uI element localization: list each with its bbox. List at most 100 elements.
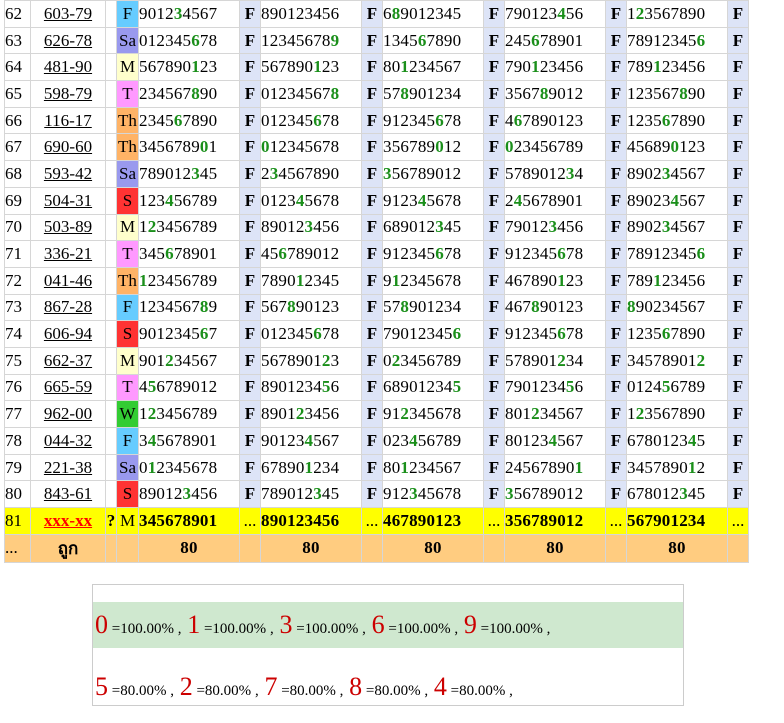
result-mark: F	[239, 320, 261, 348]
number-set: 890234567	[626, 213, 728, 242]
result-mark: F	[483, 26, 505, 55]
row-number: 65	[4, 80, 31, 108]
draw-code-link[interactable]: 606-94	[44, 324, 92, 343]
draw-code-link[interactable]: 593-42	[44, 164, 92, 183]
number-set: 345678901	[138, 240, 240, 268]
row-number: 67	[4, 133, 31, 162]
number-set: 456789012	[260, 240, 362, 268]
number-set: 467890123	[504, 266, 606, 295]
spacer-cell	[105, 240, 117, 268]
spacer-cell	[105, 453, 117, 482]
table-row: 75 662-37 M 901234567 F 567890123 F 023456789 F 5…	[4, 346, 749, 375]
number-set: 801234567	[504, 427, 606, 455]
result-mark: F	[727, 373, 749, 402]
result-mark: F	[361, 186, 383, 215]
draw-code-link[interactable]: 044-32	[44, 431, 92, 450]
draw-code-cell: 116-17	[30, 106, 106, 135]
number-set: 023456789	[382, 427, 484, 455]
result-mark: F	[483, 346, 505, 375]
spacer-cell	[105, 293, 117, 322]
draw-code-link[interactable]: 041-46	[44, 271, 92, 290]
number-set: 912345678	[382, 266, 484, 295]
day-badge: S	[116, 320, 139, 348]
number-set: 456789012	[138, 373, 240, 402]
result-mark: F	[239, 213, 261, 242]
draw-code-link[interactable]: 867-28	[44, 297, 92, 316]
results-table: 62 603-79 F 901234567 F 890123456 F 689012345 F 7…	[4, 0, 749, 563]
summary-percent: =80.00%	[365, 683, 421, 699]
number-set: 789012345	[138, 160, 240, 188]
number-set: 012345678	[138, 26, 240, 55]
spacer-cell	[105, 480, 117, 509]
row-number: 81	[4, 507, 31, 535]
draw-code-link[interactable]: 665-59	[44, 377, 92, 396]
result-mark: F	[483, 80, 505, 108]
table-row: 64 481-90 M 567890123 F 567890123 F 801234567 F 7…	[4, 53, 749, 82]
result-mark: F	[727, 133, 749, 162]
draw-code-cell: 598-79	[30, 80, 106, 108]
row-number: 69	[4, 186, 31, 215]
summary-percent: =80.00%	[196, 683, 252, 699]
summary-percent: =100.00%	[296, 621, 359, 637]
number-set: 689012345	[382, 213, 484, 242]
number-set: 678012345	[626, 427, 728, 455]
result-mark: F	[239, 240, 261, 268]
number-set: 123456789	[138, 213, 240, 242]
draw-code-link[interactable]: 690-60	[44, 137, 92, 156]
summary-digit: 0	[95, 610, 108, 639]
number-set: 123456789	[138, 293, 240, 322]
draw-code-link[interactable]: 626-78	[44, 31, 92, 50]
draw-code-link[interactable]: 116-17	[44, 111, 92, 130]
table-row: 66 116-17 Th 234567890 F 012345678 F 912345678 F…	[4, 106, 749, 135]
draw-code-cell: 593-42	[30, 160, 106, 188]
result-mark: F	[483, 400, 505, 428]
draw-code-cell: 336-21	[30, 240, 106, 268]
ellipsis-cell: ...	[239, 507, 261, 535]
predicted-number-set: 890123456	[260, 507, 362, 535]
number-set: 023456789	[382, 346, 484, 375]
draw-code-link[interactable]: 962-00	[44, 404, 92, 423]
draw-code-link[interactable]: 503-89	[44, 217, 92, 236]
draw-code-link[interactable]: xxx-xx	[44, 511, 92, 530]
number-set: 245678901	[504, 453, 606, 482]
number-set: 356789012	[382, 160, 484, 188]
row-number: 66	[4, 106, 31, 135]
table-row: 67 690-60 Th 345678901 F 012345678 F 356789012 F…	[4, 133, 749, 162]
draw-code-link[interactable]: 504-31	[44, 191, 92, 210]
ellipsis-cell: ...	[361, 507, 383, 535]
digit-summary-box: 0 =100.00% , 1 =100.00% , 3 =100.00% , 6…	[92, 584, 684, 706]
result-mark: F	[361, 320, 383, 348]
draw-code-link[interactable]: 221-38	[44, 458, 92, 477]
number-set: 012345678	[260, 133, 362, 162]
draw-code-link[interactable]: 603-79	[44, 4, 92, 23]
draw-code-link[interactable]: 843-61	[44, 484, 92, 503]
row-number: 62	[4, 0, 31, 28]
result-mark: F	[239, 373, 261, 402]
draw-code-link[interactable]: 598-79	[44, 84, 92, 103]
table-footer-row: ... ถูก 80 80 80 80 80	[4, 533, 749, 563]
result-mark: F	[483, 320, 505, 348]
draw-code-link[interactable]: 662-37	[44, 351, 92, 370]
table-row: 72 041-46 Th 123456789 F 789012345 F 912345678 F…	[4, 266, 749, 295]
result-mark: F	[239, 53, 261, 82]
spacer-cell	[105, 427, 117, 455]
day-badge: T	[116, 373, 139, 402]
result-mark: F	[239, 0, 261, 28]
number-set: 901234567	[138, 346, 240, 375]
number-set: 456890123	[626, 133, 728, 162]
table-row: 77 962-00 W 123456789 F 890123456 F 912345678 F 8…	[4, 400, 749, 428]
draw-code-cell: 665-59	[30, 373, 106, 402]
result-mark: F	[605, 427, 627, 455]
result-mark: F	[361, 240, 383, 268]
day-badge: M	[116, 53, 139, 82]
draw-code-cell: 603-79	[30, 0, 106, 28]
number-set: 123456789	[138, 266, 240, 295]
number-set: 012345678	[260, 186, 362, 215]
result-mark: F	[605, 0, 627, 28]
day-badge: Th	[116, 266, 139, 295]
draw-code-link[interactable]: 481-90	[44, 57, 92, 76]
draw-code-link[interactable]: 336-21	[44, 244, 92, 263]
table-row-pending: 81 xxx-xx? M 345678901... 890123456... 467890…	[4, 507, 749, 535]
number-set: 234567890	[260, 160, 362, 188]
number-set: 890123456	[260, 213, 362, 242]
